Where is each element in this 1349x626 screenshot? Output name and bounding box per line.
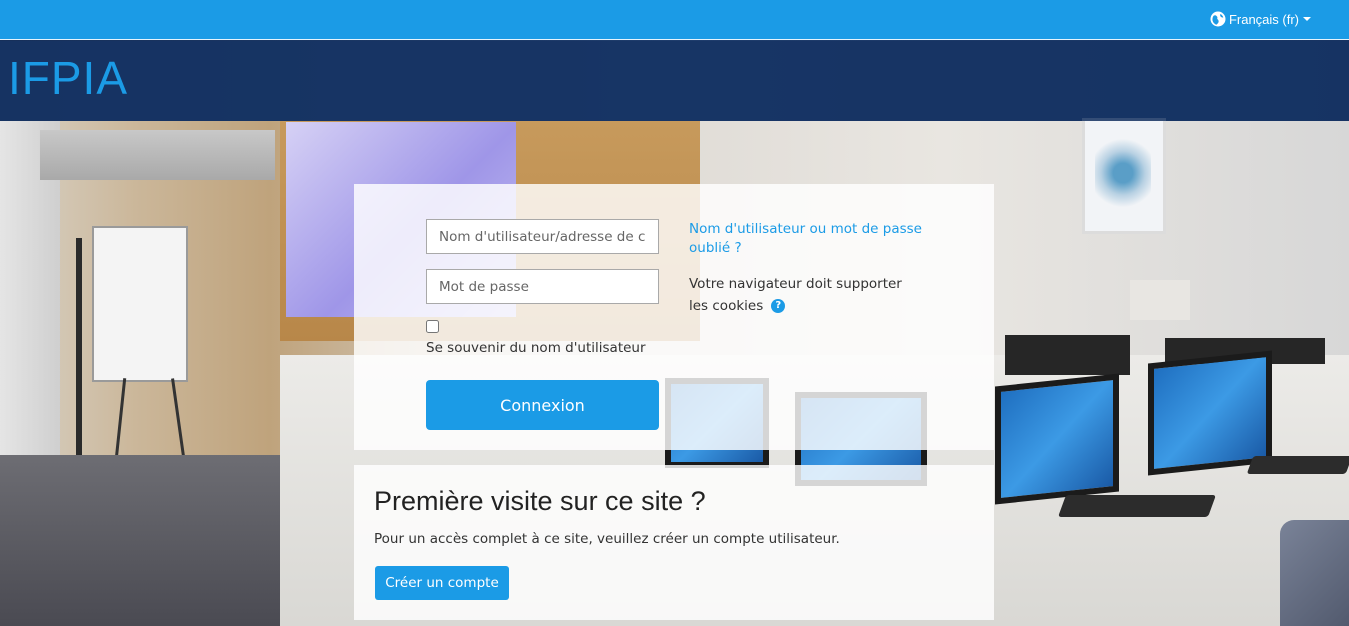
question-circle-icon[interactable]: ? (771, 299, 786, 313)
caret-down-icon (1303, 17, 1311, 21)
monitor-stand (1005, 335, 1130, 375)
site-name[interactable]: IFPIA (8, 55, 128, 101)
remember-username-label[interactable]: Se souvenir du nom d'utilisateur (426, 340, 646, 356)
flipchart (92, 226, 188, 382)
computer-monitor (995, 373, 1119, 505)
wall-poster (1082, 118, 1166, 234)
signup-text: Pour un accès complet à ce site, veuille… (374, 531, 840, 547)
language-label: Français (fr) (1228, 11, 1299, 27)
signup-title: Première visite sur ce site ? (374, 486, 706, 516)
create-account-button[interactable]: Créer un compte (375, 566, 509, 600)
cookies-note-text: Votre navigateur doit supporter les cook… (689, 276, 902, 314)
language-menu[interactable]: Français (fr) (1210, 11, 1311, 27)
signup-card: Première visite sur ce site ? Pour un ac… (354, 465, 994, 620)
globe-icon (1210, 11, 1226, 27)
username-input[interactable] (426, 219, 659, 254)
site-header: IFPIA (0, 41, 1349, 121)
chair (1280, 520, 1349, 626)
window (40, 130, 275, 180)
cookies-note: Votre navigateur doit supporter les cook… (689, 273, 919, 317)
login-card: Se souvenir du nom d'utilisateur Connexi… (354, 184, 994, 450)
pillar (1130, 280, 1190, 320)
password-input[interactable] (426, 269, 659, 304)
keyboard (1057, 495, 1217, 517)
coat-rack (76, 238, 82, 483)
top-navbar: Français (fr) (0, 0, 1349, 40)
forgot-password-link[interactable]: Nom d'utilisateur ou mot de passe oublié… (689, 220, 939, 258)
keyboard (1246, 456, 1349, 474)
login-button[interactable]: Connexion (426, 380, 659, 430)
remember-username-checkbox[interactable] (426, 320, 439, 333)
